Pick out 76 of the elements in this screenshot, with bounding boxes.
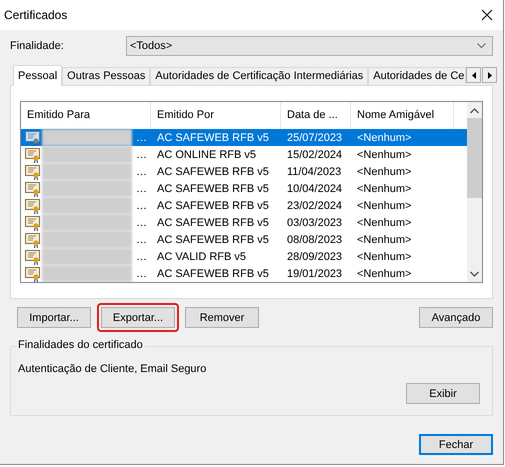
- table-cell-text: AC SAFEWEB RFB v5: [156, 182, 270, 194]
- table-cell: …: [136, 182, 147, 194]
- scrollbar[interactable]: [467, 102, 482, 282]
- tab[interactable]: Autoridades de Certificação Intermediárias: [150, 67, 368, 85]
- certificate-row[interactable]: … AC SAFEWEB RFB v5 10/04/2024 <Nenhum>: [21, 180, 467, 197]
- table-cell-text: <Nenhum>: [356, 268, 412, 280]
- purpose-dropdown[interactable]: <Todos>: [126, 36, 493, 56]
- action-button[interactable]: Remover: [185, 307, 259, 328]
- table-cell-text: <Nenhum>: [356, 234, 412, 246]
- table-cell-text: AC ONLINE RFB v5: [156, 148, 258, 160]
- table-cell-text: AC SAFEWEB RFB v5: [156, 166, 270, 178]
- tab[interactable]: Pessoal: [13, 65, 62, 86]
- certificate-icon: [25, 266, 41, 282]
- table-cell-text: 28/09/2023: [286, 250, 344, 262]
- certificate-row[interactable]: … AC SAFEWEB RFB v5 03/03/2023 <Nenhum>: [21, 214, 467, 231]
- right-arrow-icon: [488, 72, 492, 78]
- table-cell: …: [136, 216, 147, 228]
- action-button[interactable]: Importar...: [17, 307, 91, 328]
- table-cell-text: AC SAFEWEB RFB v5: [156, 132, 270, 144]
- table-cell: …: [136, 250, 147, 262]
- table-cell: …: [136, 200, 147, 212]
- tab[interactable]: Autoridades de Ce: [368, 67, 466, 85]
- table-cell-text: 11/04/2023: [286, 166, 342, 178]
- table-cell-text: 08/08/2023: [286, 234, 344, 246]
- certificate-row[interactable]: … AC VALID RFB v5 28/09/2023 <Nenhum>: [21, 248, 467, 265]
- chevron-icon: [477, 43, 486, 49]
- table-cell-text: <Nenhum>: [356, 148, 412, 160]
- certificate-row[interactable]: … AC ONLINE RFB v5 15/02/2024 <Nenhum>: [21, 146, 467, 163]
- advanced-button[interactable]: Avançado: [419, 307, 493, 328]
- table-cell-text: 19/01/2023: [286, 268, 344, 280]
- table-cell-text: AC SAFEWEB RFB v5: [156, 234, 270, 246]
- tab[interactable]: Outras Pessoas: [62, 67, 150, 85]
- table-cell: …: [136, 132, 147, 144]
- close-button[interactable]: Fechar: [419, 434, 493, 455]
- certificate-row[interactable]: … AC SAFEWEB RFB v5 23/02/2024 <Nenhum>: [21, 197, 467, 214]
- table-cell-text: 03/03/2023: [286, 216, 344, 228]
- certificate-row[interactable]: … AC SAFEWEB RFB v5 25/07/2023 <Nenhum>: [21, 129, 467, 146]
- scroll-right-button[interactable]: [482, 67, 498, 83]
- certificate-row[interactable]: … AC SAFEWEB RFB v5 19/01/2023 <Nenhum>: [21, 265, 467, 282]
- certificate-icon: [25, 232, 41, 248]
- table-cell-text: <Nenhum>: [356, 132, 412, 144]
- left-arrow-icon: [472, 72, 476, 78]
- table-cell-text: 25/07/2023: [286, 132, 344, 144]
- table-cell-text: <Nenhum>: [356, 200, 412, 212]
- close-icon[interactable]: [481, 9, 493, 21]
- table-cell-text: 23/02/2024: [286, 200, 344, 212]
- table-cell: …: [136, 166, 147, 178]
- certificate-icon: [25, 146, 41, 162]
- table-cell-text: <Nenhum>: [356, 250, 412, 262]
- table-cell-text: AC VALID RFB v5: [156, 250, 248, 262]
- view-button[interactable]: Exibir: [406, 383, 480, 404]
- certificate-icon: [25, 198, 41, 214]
- table-cell-text: AC SAFEWEB RFB v5: [156, 216, 270, 228]
- window-title: Certificados: [4, 8, 68, 22]
- certificate-icon: [25, 248, 41, 264]
- certificate-icon: [25, 130, 41, 146]
- action-button[interactable]: Exportar...: [101, 307, 175, 328]
- table-cell-text: <Nenhum>: [356, 166, 412, 178]
- certificate-icon: [25, 164, 41, 180]
- table-cell-text: <Nenhum>: [356, 216, 412, 228]
- certificate-icon: [25, 180, 41, 196]
- certificate-row[interactable]: … AC SAFEWEB RFB v5 11/04/2023 <Nenhum>: [21, 163, 467, 180]
- table-cell-text: <Nenhum>: [356, 182, 412, 194]
- purpose-label: Finalidade:: [10, 40, 65, 52]
- table-cell-text: 15/02/2024: [286, 148, 344, 160]
- certificate-icon: [25, 214, 41, 230]
- purposes-text: Autenticação de Cliente, Email Seguro: [18, 363, 208, 375]
- certificate-row[interactable]: … AC SAFEWEB RFB v5 08/08/2023 <Nenhum>: [21, 231, 467, 248]
- table-cell-text: AC SAFEWEB RFB v5: [156, 268, 270, 280]
- group-title: Finalidades do certificado: [16, 339, 145, 351]
- scroll-left-button[interactable]: [466, 67, 482, 83]
- table-cell: …: [136, 268, 147, 280]
- table-cell-text: 10/04/2024: [286, 182, 344, 194]
- table-cell-text: AC SAFEWEB RFB v5: [156, 200, 270, 212]
- table-cell: …: [136, 148, 147, 160]
- table-cell: …: [136, 234, 147, 246]
